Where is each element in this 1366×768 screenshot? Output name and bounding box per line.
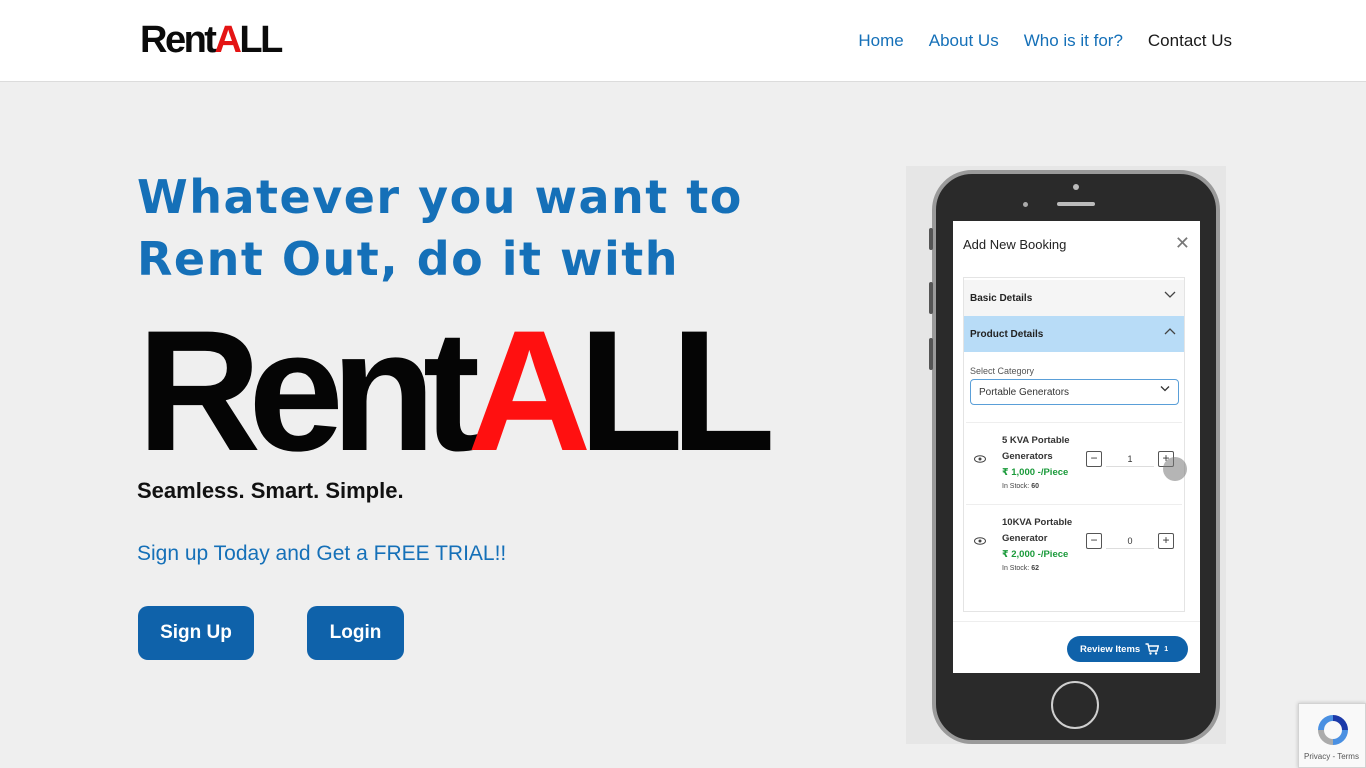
booking-title: Add New Booking [963,237,1067,252]
hero-logo-suffix: LL [578,295,775,487]
category-label: Select Category [970,366,1035,376]
hero-logo-prefix: Rent [137,295,480,487]
eye-icon[interactable] [974,455,986,463]
product-item: 10KVA Portable Generator ₹ 2,000 -/Piece… [966,504,1182,582]
cart-icon [1145,643,1160,655]
nav-about[interactable]: About Us [929,30,999,52]
logo-accent: A [214,19,241,61]
login-button[interactable]: Login [307,606,404,660]
close-icon[interactable]: ✕ [1175,233,1190,254]
stock-value: 62 [1031,565,1039,572]
free-trial-text: Sign up Today and Get a FREE TRIAL!! [137,542,507,565]
phone-side-button [929,228,933,250]
product-stock: In Stock: 62 [1002,565,1039,572]
nav-who[interactable]: Who is it for? [1024,30,1123,52]
quantity-stepper: − 0 + [1084,533,1176,551]
product-name: 5 KVA Portable Generators [1002,435,1070,462]
eye-icon[interactable] [974,537,986,545]
hero-title: Whatever you want to Rent Out, do it wit… [137,170,743,286]
chevron-up-icon [1164,326,1176,338]
product-name: 10KVA Portable Generator [1002,517,1073,544]
chevron-down-icon [1164,290,1176,302]
nav-home[interactable]: Home [858,30,903,52]
category-value: Portable Generators [979,386,1070,398]
phone-sensor [1023,202,1028,207]
quantity-value[interactable]: 0 [1106,533,1154,549]
phone-speaker [1057,202,1095,206]
booking-panel: Basic Details Product Details Select Cat… [963,277,1185,612]
site-logo[interactable]: RentALL [140,19,283,61]
product-price: ₹ 2,000 -/Piece [1002,549,1069,560]
stock-value: 60 [1031,483,1039,490]
recaptcha-icon [1318,715,1348,745]
touch-indicator [1163,457,1187,481]
signup-button[interactable]: Sign Up [138,606,254,660]
product-stock: In Stock: 60 [1002,483,1039,490]
logo-prefix: Rent [140,19,217,61]
stock-label: In Stock: [1002,565,1030,572]
phone-side-button [929,282,933,314]
accordion-label: Product Details [970,328,1044,340]
minus-icon[interactable]: − [1086,451,1102,467]
review-items-button[interactable]: Review Items 1 [1067,636,1188,662]
phone-camera [1073,184,1079,190]
accordion-product-details[interactable]: Product Details [964,316,1184,352]
site-header: RentALL Home About Us Who is it for? Con… [0,0,1366,82]
review-label: Review Items [1080,643,1141,655]
phone-home-button [1051,681,1099,729]
category-select[interactable]: Portable Generators [970,379,1179,405]
recaptcha-links[interactable]: Privacy - Terms [1304,752,1359,761]
quantity-value[interactable]: 1 [1106,451,1154,467]
product-price: ₹ 1,000 -/Piece [1002,467,1069,478]
accordion-basic-details[interactable]: Basic Details [964,280,1184,316]
nav-contact[interactable]: Contact Us [1148,30,1232,52]
main-nav: Home About Us Who is it for? Contact Us [858,30,1232,52]
tagline: Seamless. Smart. Simple. [137,478,404,503]
cart-count: 1 [1164,645,1169,653]
phone-side-button [929,338,933,370]
chevron-down-icon [1160,384,1170,395]
plus-icon[interactable]: + [1158,533,1174,549]
hero-logo: RentALL [137,305,776,477]
hero-logo-accent: A [467,295,591,487]
product-item: 5 KVA Portable Generators ₹ 1,000 -/Piec… [966,422,1182,500]
minus-icon[interactable]: − [1086,533,1102,549]
phone-screen: Add New Booking ✕ Basic Details Product … [953,221,1200,673]
recaptcha-badge[interactable]: Privacy - Terms [1298,703,1366,768]
review-bar: Review Items 1 [953,621,1200,673]
accordion-label: Basic Details [970,292,1033,304]
logo-suffix: LL [239,19,283,61]
stock-label: In Stock: [1002,483,1030,490]
